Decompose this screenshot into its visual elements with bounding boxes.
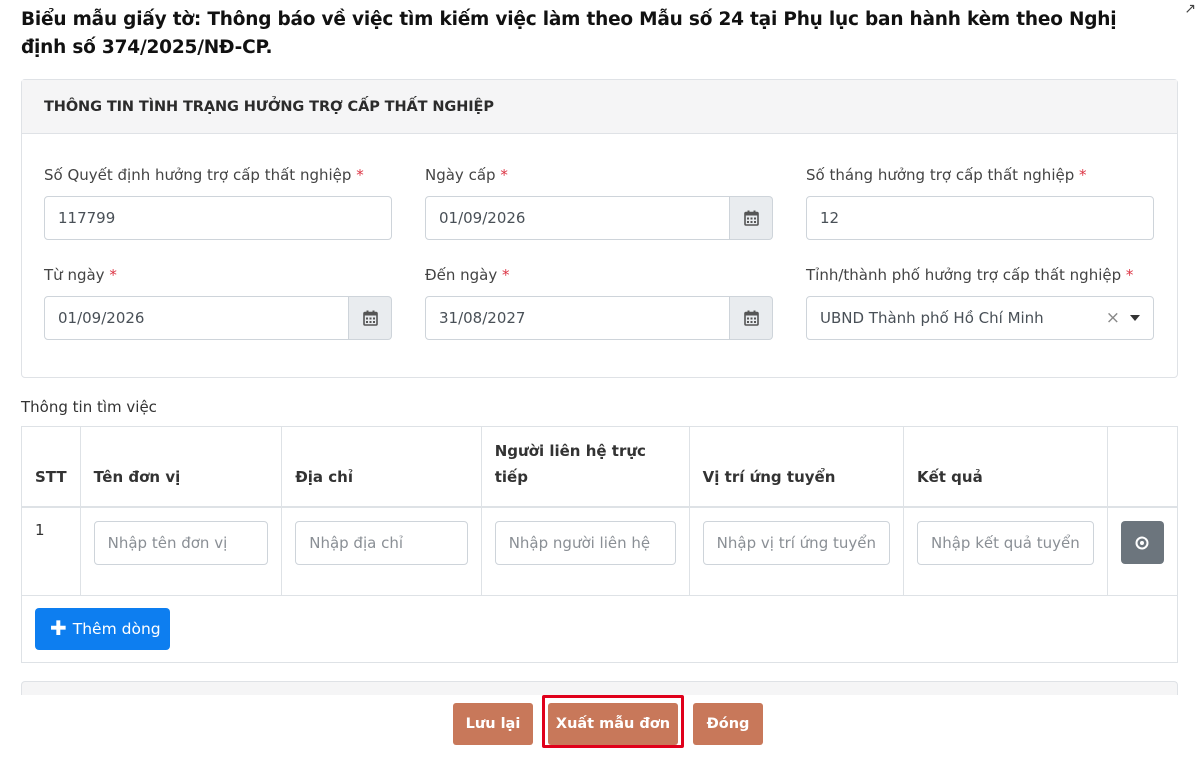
to-date-field: Đến ngày * 31/08/2027 xyxy=(425,266,773,340)
column-header-contact: Người liên hệ trực tiếp xyxy=(481,427,690,508)
dialog-corner-icon: ↗ xyxy=(1184,0,1196,16)
document-title: Biểu mẫu giấy tờ: Thông báo về việc tìm … xyxy=(21,9,1117,58)
to-date-input[interactable]: 31/08/2027 xyxy=(425,296,730,340)
job-search-table-wrap: STT Tên đơn vị Địa chỉ Người liên hệ trự… xyxy=(21,426,1178,663)
calendar-icon[interactable] xyxy=(730,296,773,340)
calendar-icon[interactable] xyxy=(349,296,392,340)
to-date-group: 31/08/2027 xyxy=(425,296,773,340)
address-cell: Nhập địa chỉ xyxy=(281,507,482,596)
to-date-label: Đến ngày * xyxy=(425,266,510,284)
decision-number-input[interactable]: 117799 xyxy=(44,196,392,240)
result-cell: Nhập kết quả tuyển xyxy=(903,507,1108,596)
table-header-row: STT Tên đơn vị Địa chỉ Người liên hệ trự… xyxy=(22,427,1177,508)
from-date-label: Từ ngày * xyxy=(44,266,117,284)
column-header-unit-name: Tên đơn vị xyxy=(80,427,283,508)
decision-number-field: Số Quyết định hưởng trợ cấp thất nghiệp … xyxy=(44,166,392,240)
unemployment-info-card: THÔNG TIN TÌNH TRẠNG HƯỞNG TRỢ CẤP THẤT … xyxy=(21,79,1178,378)
unemployment-form-grid: Số Quyết định hưởng trợ cấp thất nghiệp … xyxy=(44,166,1156,340)
contact-cell: Nhập người liên hệ xyxy=(481,507,690,596)
dialog-footer: Lưu lại Xuất mẫu đơn Đóng xyxy=(0,695,1200,759)
calendar-icon[interactable] xyxy=(730,196,773,240)
save-button[interactable]: Lưu lại xyxy=(453,703,533,745)
address-input[interactable]: Nhập địa chỉ xyxy=(295,521,468,565)
row-stt: 1 xyxy=(22,507,81,596)
result-input[interactable]: Nhập kết quả tuyển xyxy=(916,521,1094,565)
chevron-down-icon[interactable] xyxy=(1130,315,1140,321)
add-row-label: Thêm dòng xyxy=(72,620,161,638)
export-form-button[interactable]: Xuất mẫu đơn xyxy=(548,703,678,745)
province-select[interactable]: UBND Thành phố Hồ Chí Minh × xyxy=(806,296,1154,340)
position-input[interactable]: Nhập vị trí ứng tuyển xyxy=(702,521,890,565)
issue-date-field: Ngày cấp * 01/09/2026 xyxy=(425,166,773,240)
issue-date-input[interactable]: 01/09/2026 xyxy=(425,196,730,240)
months-input[interactable]: 12 xyxy=(806,196,1154,240)
remove-circle-icon xyxy=(1135,536,1149,549)
province-value: UBND Thành phố Hồ Chí Minh xyxy=(820,309,1044,327)
issue-date-group: 01/09/2026 xyxy=(425,196,773,240)
add-row-button[interactable]: ✚ Thêm dòng xyxy=(35,608,170,650)
close-button[interactable]: Đóng xyxy=(693,703,763,745)
form-dialog: Biểu mẫu giấy tờ: Thông báo về việc tìm … xyxy=(0,0,1200,759)
decision-number-label: Số Quyết định hưởng trợ cấp thất nghiệp … xyxy=(44,166,364,184)
unit-name-input[interactable]: Nhập tên đơn vị xyxy=(93,521,269,565)
unemployment-card-header: THÔNG TIN TÌNH TRẠNG HƯỞNG TRỢ CẤP THẤT … xyxy=(22,80,1177,134)
column-header-address: Địa chỉ xyxy=(281,427,482,508)
position-cell: Nhập vị trí ứng tuyển xyxy=(689,507,904,596)
column-header-stt: STT xyxy=(22,427,81,508)
province-field: Tỉnh/thành phố hưởng trợ cấp thất nghiệp… xyxy=(806,266,1154,340)
clear-icon[interactable]: × xyxy=(1106,308,1120,328)
issue-date-label: Ngày cấp * xyxy=(425,166,508,184)
from-date-field: Từ ngày * 01/09/2026 xyxy=(44,266,392,340)
job-search-table: STT Tên đơn vị Địa chỉ Người liên hệ trự… xyxy=(22,427,1177,596)
from-date-group: 01/09/2026 xyxy=(44,296,392,340)
unit-name-cell: Nhập tên đơn vị xyxy=(80,507,283,596)
contact-input[interactable]: Nhập người liên hệ xyxy=(494,521,676,565)
remove-row-button[interactable] xyxy=(1120,521,1164,564)
months-label: Số tháng hưởng trợ cấp thất nghiệp * xyxy=(806,166,1087,184)
province-label: Tỉnh/thành phố hưởng trợ cấp thất nghiệp… xyxy=(806,266,1134,284)
table-row: 1 Nhập tên đơn vị Nhập địa chỉ Nhập ngườ… xyxy=(22,507,1177,596)
from-date-input[interactable]: 01/09/2026 xyxy=(44,296,349,340)
column-header-result: Kết quả xyxy=(903,427,1108,508)
column-header-actions xyxy=(1107,427,1177,508)
months-field: Số tháng hưởng trợ cấp thất nghiệp * 12 xyxy=(806,166,1154,240)
plus-icon: ✚ xyxy=(50,616,67,640)
job-search-label: Thông tin tìm việc xyxy=(21,398,157,416)
actions-cell xyxy=(1107,507,1177,596)
column-header-position: Vị trí ứng tuyển xyxy=(689,427,904,508)
